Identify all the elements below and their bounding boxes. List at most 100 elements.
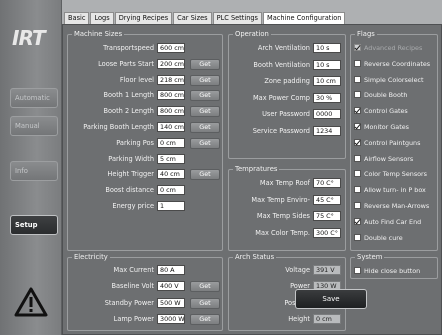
simple-colorselect-label: Simple Colorselect: [364, 75, 424, 84]
height-field: 0 cm: [313, 313, 341, 324]
reverse-man-arrows-label: Reverse Man-Arrows: [364, 202, 430, 210]
reverse-man-arrows-checkbox[interactable]: [354, 202, 361, 209]
tab-plc-settings[interactable]: PLC Settings: [212, 12, 262, 24]
loose-parts-start-get-button[interactable]: Get: [190, 58, 220, 70]
logo: IRT: [12, 26, 46, 50]
manual-button[interactable]: Manual: [10, 116, 58, 136]
control-gates-checkbox[interactable]: [354, 107, 361, 115]
transportspeed-field[interactable]: 600 cm: [157, 43, 185, 53]
baseline-volt-label: Baseline Volt: [111, 282, 154, 291]
max-temp-roof-field[interactable]: 70 C°: [313, 178, 341, 188]
booth-2-length-field[interactable]: 800 cm: [157, 106, 185, 117]
parking-booth-length-get-button[interactable]: Get: [190, 122, 220, 133]
boost-distance-field[interactable]: 0 cm: [157, 185, 185, 196]
tab-basic[interactable]: Basic: [64, 12, 90, 24]
parking-pos-get-button[interactable]: Get: [190, 137, 220, 149]
max-color-temp-field[interactable]: 300 C°: [313, 227, 341, 238]
booth-2-length-label: Booth 2 Length: [103, 107, 155, 116]
floor-level-label: Floor level: [119, 75, 154, 84]
tab-car-sizes[interactable]: Car Sizes: [173, 12, 212, 24]
electricity-group: Electricity Max Current 80 A Baseline Volt…: [67, 253, 223, 331]
max-current-field[interactable]: 80 A: [157, 265, 185, 275]
operation-title: Operation: [233, 30, 271, 38]
color-temp-sensors-label: Color Temp Sensors: [364, 170, 428, 179]
baseline-volt-field[interactable]: 400 V: [157, 281, 185, 292]
loose-parts-start-field[interactable]: 200 cm: [157, 58, 185, 69]
allow-turn-in-p-box-label: Allow turn- in P box: [364, 186, 426, 195]
automatic-button[interactable]: Automatic: [10, 88, 58, 108]
zone-padding-label: Zone padding: [264, 77, 310, 86]
arch-ventilation-field[interactable]: 10 s: [313, 43, 341, 53]
double-cure-checkbox[interactable]: [354, 233, 361, 241]
zone-padding-field[interactable]: 10 cm: [313, 76, 341, 87]
standby-power-label: Standby Power: [104, 298, 154, 307]
service-password-label: Service Password: [252, 127, 310, 135]
max-power-comp-field[interactable]: 30 %: [313, 92, 341, 103]
booth-ventilation-field[interactable]: 10 s: [313, 59, 341, 70]
double-booth-checkbox[interactable]: [354, 91, 361, 99]
reverse-coordinates-label: Reverse Coordinates: [364, 59, 431, 68]
height-trigger-get-button[interactable]: Get: [190, 169, 220, 181]
machine-sizes-title: Machine Sizes: [72, 30, 125, 38]
tab-drying-recipes[interactable]: Drying Recipes: [114, 12, 173, 24]
booth-2-length-get-button[interactable]: Get: [190, 106, 220, 118]
advanced-recipes-label: Advanced Recipes: [364, 44, 423, 52]
voltage-field: 391 V: [313, 265, 341, 275]
max-temp-sides-field[interactable]: 75 C°: [313, 211, 341, 222]
user-password-field[interactable]: 0000: [313, 109, 341, 120]
transportspeed-label: Transportspeed: [103, 44, 154, 52]
parking-width-field[interactable]: 5 cm: [157, 153, 185, 164]
parking-booth-length-field[interactable]: 140 cm: [157, 122, 185, 132]
double-booth-label: Double Booth: [364, 91, 408, 100]
energy-price-field[interactable]: 1: [157, 201, 185, 211]
machine-sizes-group: Machine Sizes Transportspeed 600 cm Loose …: [67, 30, 223, 251]
airflow-sensors-label: Airflow Sensors: [364, 154, 414, 163]
info-button[interactable]: Info: [10, 161, 58, 181]
baseline-volt-get-button[interactable]: Get: [190, 281, 220, 293]
flags-group: Flags Advanced Recipes Reverse Coordinate…: [350, 30, 438, 251]
reverse-coordinates-checkbox[interactable]: [354, 59, 361, 67]
user-password-label: User Password: [262, 110, 310, 119]
control-paintguns-checkbox[interactable]: [354, 138, 361, 146]
tab-logs[interactable]: Logs: [90, 12, 114, 24]
hide-close-button-checkbox[interactable]: [354, 267, 361, 274]
save-button[interactable]: Save: [295, 289, 367, 309]
max-temp-roof-label: Max Temp Roof: [259, 179, 310, 187]
auto-find-car-end-label: Auto Find Car End: [364, 217, 422, 226]
lamp-power-label: Lamp Power: [113, 314, 154, 323]
height-label: Height: [288, 314, 310, 323]
booth-1-length-get-button[interactable]: Get: [190, 90, 220, 102]
lamp-power-get-button[interactable]: Get: [190, 313, 220, 325]
monitor-gates-checkbox[interactable]: [354, 123, 361, 130]
airflow-sensors-checkbox[interactable]: [354, 154, 361, 162]
floor-level-field[interactable]: 218 cm: [157, 74, 185, 85]
service-password-field[interactable]: 1234: [313, 126, 341, 136]
temperatures-group: Tempratures Max Temp Roof 70 C° Max Temp E…: [228, 165, 346, 251]
content-frame: Basic Logs Drying Recipes Car Sizes PLC …: [62, 12, 442, 335]
booth-1-length-field[interactable]: 800 cm: [157, 90, 185, 101]
setup-button[interactable]: Setup: [10, 215, 58, 235]
flags-title: Flags: [355, 30, 377, 38]
left-rail: IRT Automatic Manual Info Setup: [0, 0, 62, 335]
monitor-gates-label: Monitor Gates: [364, 123, 409, 131]
simple-colorselect-checkbox[interactable]: [354, 75, 361, 83]
color-temp-sensors-checkbox[interactable]: [354, 170, 361, 178]
height-trigger-field[interactable]: 40 cm: [157, 169, 185, 180]
lamp-power-field[interactable]: 3000 W: [157, 313, 185, 324]
standby-power-field[interactable]: 500 W: [157, 297, 185, 308]
max-temp-enviro-field[interactable]: 45 C°: [313, 194, 341, 205]
system-title: System: [355, 253, 385, 261]
standby-power-get-button[interactable]: Get: [190, 297, 220, 309]
double-cure-label: Double cure: [364, 233, 403, 242]
arch-status-title: Arch Status: [233, 253, 277, 261]
auto-find-car-end-checkbox[interactable]: [354, 217, 361, 225]
parking-pos-field[interactable]: 0 cm: [157, 137, 185, 148]
max-power-comp-label: Max Power Comp: [252, 93, 310, 102]
machine-configuration-panel: Machine Sizes Transportspeed 600 cm Loose …: [62, 24, 442, 335]
height-trigger-label: Height Trigger: [107, 170, 154, 179]
floor-level-get-button[interactable]: Get: [190, 74, 220, 86]
allow-turn-in-p-box-checkbox[interactable]: [354, 186, 361, 194]
tab-machine-configuration[interactable]: Machine Configuration: [263, 12, 346, 24]
booth-ventilation-label: Booth Ventilation: [253, 60, 310, 69]
operation-group: Operation Arch Ventilation 10 s Booth Vent…: [228, 30, 346, 159]
